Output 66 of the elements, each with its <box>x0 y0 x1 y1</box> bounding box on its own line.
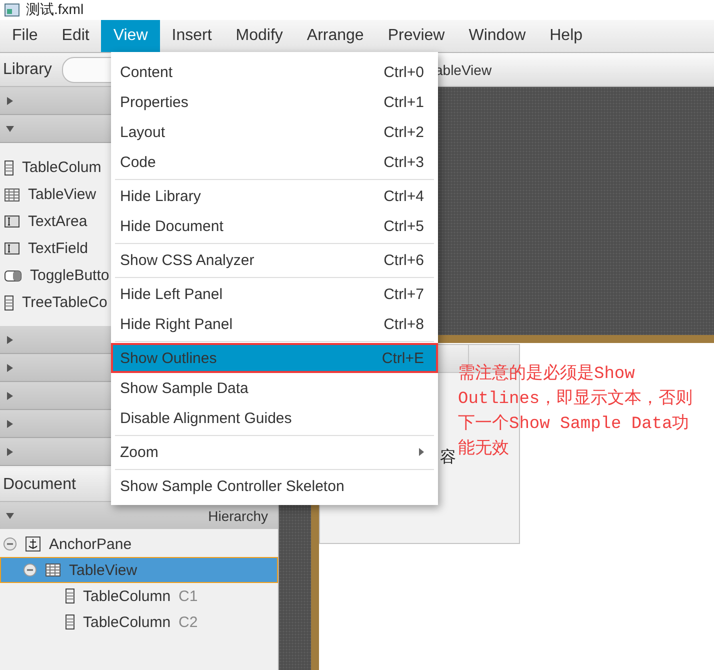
fx-id-label: C2 <box>178 614 198 630</box>
menu-item[interactable]: Edit <box>50 20 102 52</box>
library-item[interactable]: TextField <box>28 240 88 257</box>
fx-id-label: C1 <box>178 588 198 604</box>
app-icon <box>4 3 20 17</box>
menu-option[interactable]: Hide Left Panel Ctrl+7 <box>111 279 438 309</box>
tree-item[interactable]: TableColumn C1 <box>0 583 278 609</box>
text-field-icon <box>4 242 20 255</box>
menu-option[interactable]: Show Sample Data <box>111 373 438 403</box>
table-icon <box>45 563 61 577</box>
menu-option[interactable]: Layout Ctrl+2 <box>111 117 438 147</box>
menu-option[interactable]: Properties Ctrl+1 <box>111 87 438 117</box>
expand-arrow-icon[interactable] <box>6 336 14 344</box>
menu-item[interactable]: Window <box>456 20 538 52</box>
menu-option[interactable]: Show Outlines Ctrl+E <box>111 343 438 373</box>
menu-option[interactable]: Hide Right Panel Ctrl+8 <box>111 309 438 339</box>
menu-item[interactable]: Preview <box>376 20 457 52</box>
column-icon <box>65 614 75 630</box>
collapse-arrow-icon[interactable] <box>6 512 14 520</box>
column-icon <box>4 294 14 310</box>
tree-item-label: TableColumn <box>83 588 171 604</box>
expand-arrow-icon[interactable] <box>6 96 14 104</box>
menu-option[interactable]: Hide Document Ctrl+5 <box>111 211 438 241</box>
library-item[interactable]: TextArea <box>28 213 88 230</box>
menu-option[interactable]: Show Sample Controller Skeleton <box>111 471 438 501</box>
table-icon <box>4 188 20 202</box>
library-item[interactable]: TableView <box>28 186 96 203</box>
collapse-icon[interactable] <box>3 537 17 551</box>
menu-item[interactable]: Insert <box>160 20 224 52</box>
column-icon <box>4 160 14 176</box>
menu-option[interactable]: Content Ctrl+0 <box>111 57 438 87</box>
collapse-icon[interactable] <box>23 563 37 577</box>
tree-item[interactable]: AnchorPane <box>0 531 278 557</box>
toggle-icon <box>4 270 22 282</box>
text-field-icon <box>4 215 20 228</box>
library-item[interactable]: ToggleButto <box>30 267 110 284</box>
menu-item[interactable]: Arrange <box>294 20 376 52</box>
expand-arrow-icon[interactable] <box>6 364 14 372</box>
hierarchy-label: Hierarchy <box>208 508 268 524</box>
anchor-icon <box>25 536 41 552</box>
menu-option[interactable]: Zoom <box>111 437 438 467</box>
tree-item[interactable]: TableView <box>0 557 278 583</box>
tree-item[interactable]: TableColumn C2 <box>0 609 278 635</box>
tree-item-label: TableColumn <box>83 614 171 630</box>
menu-option[interactable]: Code Ctrl+3 <box>111 147 438 177</box>
tree-item-label: TableView <box>69 562 138 578</box>
window-title: 测试.fxml <box>26 1 84 19</box>
expand-arrow-icon[interactable] <box>6 448 14 456</box>
annotation-note: 需注意的是必须是Show Outlines，即显示文本，否则下一个Show Sample Data功能无效 <box>458 362 694 461</box>
expand-arrow-icon[interactable] <box>6 420 14 428</box>
library-title: Library <box>3 60 52 78</box>
collapse-arrow-icon[interactable] <box>6 124 14 132</box>
library-item[interactable]: TableColum <box>22 159 102 176</box>
column-icon <box>65 588 75 604</box>
tree-item-label: AnchorPane <box>49 536 132 552</box>
document-title: Document <box>3 476 76 494</box>
hierarchy-header[interactable]: Hierarchy <box>0 502 278 529</box>
menu-option[interactable]: Hide Library Ctrl+4 <box>111 181 438 211</box>
menu-option[interactable]: Show CSS Analyzer Ctrl+6 <box>111 245 438 275</box>
menu-item[interactable]: Help <box>538 20 595 52</box>
menu-item[interactable]: File <box>0 20 50 52</box>
library-item[interactable]: TreeTableCo <box>22 294 108 311</box>
table-cell-text: 容 <box>440 448 456 468</box>
menu-option[interactable]: Disable Alignment Guides <box>111 403 438 433</box>
menu-item[interactable]: Modify <box>224 20 295 52</box>
expand-arrow-icon[interactable] <box>6 392 14 400</box>
